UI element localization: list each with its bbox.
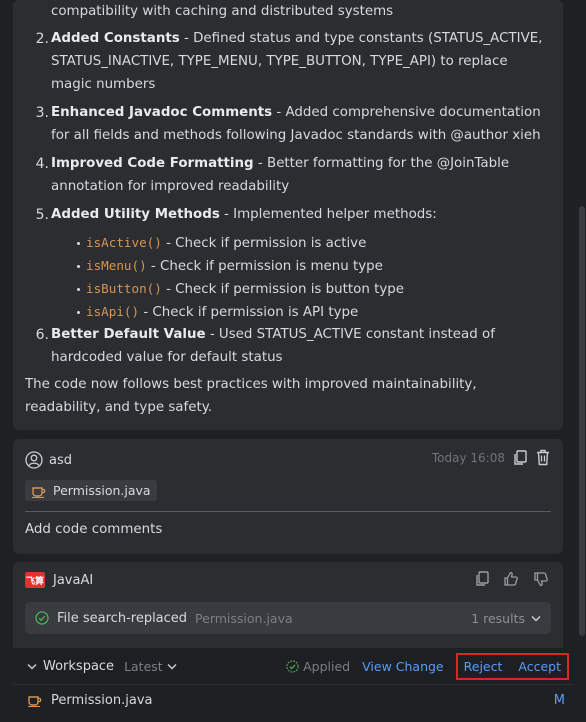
file-status-badge: M xyxy=(553,692,565,708)
thumbs-up-icon[interactable] xyxy=(503,571,519,587)
delete-icon[interactable] xyxy=(535,449,551,466)
changed-file-row[interactable]: Permission.java M xyxy=(13,684,573,715)
bullet-icon xyxy=(77,264,80,268)
list-item-title: Enhanced Javadoc Comments xyxy=(51,105,273,120)
workspace-title: Workspace xyxy=(43,658,115,674)
assistant-name: JavaAI xyxy=(53,572,94,588)
check-circle-icon xyxy=(286,659,299,673)
version-label: Latest xyxy=(124,658,163,674)
copy-icon[interactable] xyxy=(475,571,489,587)
thumbs-down-icon[interactable] xyxy=(533,571,549,587)
user-message-actions: Today 16:08 xyxy=(432,449,551,466)
chevron-down-icon xyxy=(27,663,37,670)
workspace-bar: Workspace Latest Applied View Change Rej… xyxy=(13,650,573,682)
method-list-item: isApi() - Check if permission is API typ… xyxy=(77,300,358,324)
check-circle-icon xyxy=(35,611,49,625)
method-code: isMenu() xyxy=(86,258,147,273)
applied-status: Applied xyxy=(286,659,350,674)
view-changes-link[interactable]: View Change xyxy=(362,659,444,674)
username: asd xyxy=(49,452,72,468)
applied-label: Applied xyxy=(303,658,351,674)
continued-line: compatibility with caching and distribut… xyxy=(51,4,394,19)
javaai-response-panel: 飞算 JavaAI File search-replaced Permissio… xyxy=(13,562,563,648)
list-number: 6. xyxy=(35,327,49,343)
list-item-title: Better Default Value xyxy=(51,327,206,342)
javaai-logo: 飞算 xyxy=(25,572,45,588)
method-desc: - Check if permission is button type xyxy=(161,282,404,297)
method-desc: - Check if permission is active xyxy=(161,236,367,251)
user-message-text: Add code comments xyxy=(25,522,163,537)
scrollbar-thumb[interactable] xyxy=(579,206,585,636)
method-list-item: isActive() - Check if permission is acti… xyxy=(77,231,366,255)
list-item-title: Added Utility Methods xyxy=(51,207,220,222)
tool-result-row[interactable]: File search-replaced Permission.java 1 r… xyxy=(25,602,551,634)
message-timestamp: Today 16:08 xyxy=(431,450,505,465)
list-item-desc: - Implemented helper methods: xyxy=(219,207,437,222)
version-dropdown[interactable]: Latest xyxy=(124,659,177,674)
tool-results-count: 1 results xyxy=(471,610,525,626)
divider xyxy=(25,511,551,512)
list-number: 2. xyxy=(35,31,49,47)
bullet-icon xyxy=(77,310,80,314)
bullet-icon xyxy=(77,287,80,291)
tool-results[interactable]: 1 results xyxy=(471,611,541,626)
method-code: isApi() xyxy=(86,304,140,319)
user-avatar-icon xyxy=(25,451,43,469)
javaai-actions xyxy=(475,571,549,587)
reject-accept-highlight: Reject Accept xyxy=(455,652,569,680)
list-item: 2. Added Constants - Defined status and … xyxy=(25,27,545,96)
summary-text: The code now follows best practices with… xyxy=(25,377,477,415)
list-item: 6. Better Default Value - Used STATUS_AC… xyxy=(25,323,545,369)
method-list-item: isButton() - Check if permission is butt… xyxy=(77,277,404,301)
javaai-header: 飞算 JavaAI xyxy=(25,572,93,588)
ai-response-panel: compatibility with caching and distribut… xyxy=(13,0,563,430)
method-code: isActive() xyxy=(86,235,162,250)
user-header: asd xyxy=(25,451,72,469)
list-item: 3. Enhanced Javadoc Comments - Added com… xyxy=(25,101,545,147)
workspace-actions: Applied View Change Reject Accept xyxy=(286,652,569,680)
reject-button[interactable]: Reject xyxy=(464,659,503,674)
changed-file-name: Permission.java xyxy=(51,692,153,708)
method-desc: - Check if permission is menu type xyxy=(146,259,383,274)
tool-action-label: File search-replaced xyxy=(57,610,188,626)
attached-file-chip[interactable]: Permission.java xyxy=(25,480,157,501)
method-list-item: isMenu() - Check if permission is menu t… xyxy=(77,254,383,278)
java-file-icon xyxy=(32,486,46,498)
accept-button[interactable]: Accept xyxy=(518,659,561,674)
tool-file-name: Permission.java xyxy=(195,610,293,626)
copy-icon[interactable] xyxy=(513,449,527,466)
list-item-title: Added Constants xyxy=(51,31,180,46)
user-message-panel: asd Today 16:08 Permission.java Add code… xyxy=(13,439,563,554)
chevron-down-icon xyxy=(167,663,177,670)
bullet-icon xyxy=(77,241,80,245)
list-number: 3. xyxy=(35,105,49,121)
attached-file-name: Permission.java xyxy=(53,483,151,498)
list-item-title: Improved Code Formatting xyxy=(51,156,254,171)
method-desc: - Check if permission is API type xyxy=(139,305,359,320)
chevron-down-icon xyxy=(531,615,541,622)
list-item: 4. Improved Code Formatting - Better for… xyxy=(25,152,545,198)
list-number: 5. xyxy=(35,207,49,223)
java-file-icon xyxy=(28,696,42,707)
list-number: 4. xyxy=(35,156,49,172)
list-item: 5. Added Utility Methods - Implemented h… xyxy=(25,203,545,226)
workspace-toggle[interactable]: Workspace xyxy=(27,659,114,674)
method-code: isButton() xyxy=(86,281,162,296)
